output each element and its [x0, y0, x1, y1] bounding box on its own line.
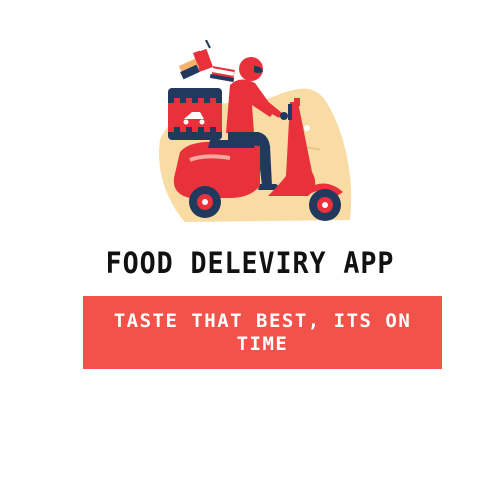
app-title: FOOD DELEVIRY APP — [105, 246, 395, 280]
delivery-scooter-rider-icon — [150, 39, 360, 230]
delivery-scooter-rider-icon-svg — [159, 39, 352, 222]
tagline-text: TASTE THAT BEST, ITS ON TIME — [113, 309, 412, 355]
tagline-banner: TASTE THAT BEST, ITS ON TIME — [83, 296, 442, 369]
